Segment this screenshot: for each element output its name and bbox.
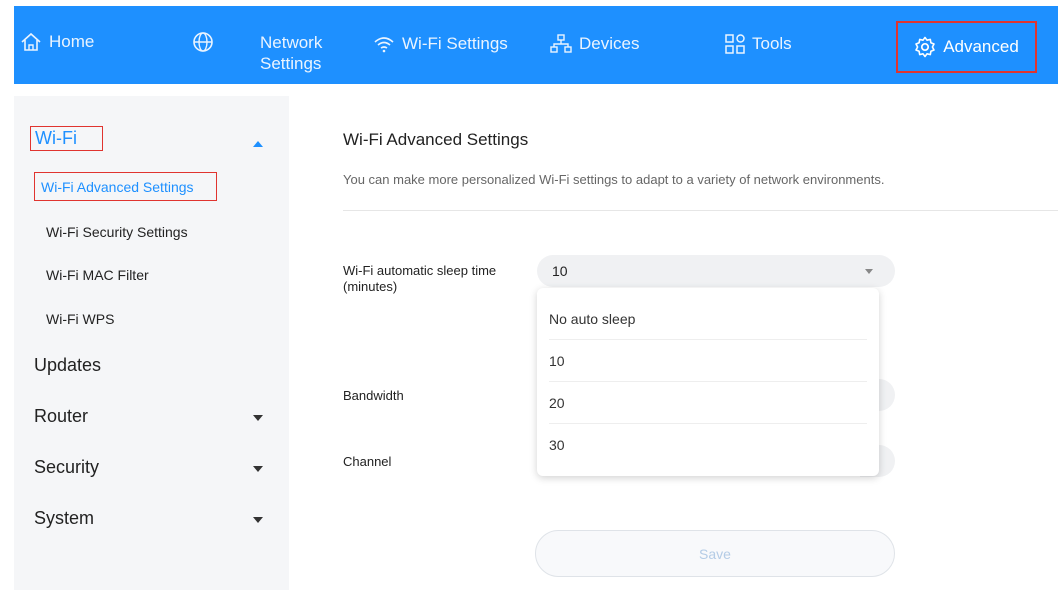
nav-advanced[interactable]: Advanced (896, 21, 1037, 73)
nav-wifi-label: Wi-Fi Settings (402, 34, 508, 53)
nav-wifi-settings[interactable]: Wi-Fi Settings (373, 34, 508, 54)
dropdown-option-no-auto-sleep[interactable]: No auto sleep (549, 298, 867, 340)
nav-network-label-line2: Settings (260, 54, 322, 73)
bandwidth-label: Bandwidth (343, 388, 404, 403)
globe-icon (193, 32, 213, 52)
sidebar-item-router[interactable]: Router (34, 406, 88, 427)
sidebar-item-wifi-label: Wi-Fi (35, 128, 77, 148)
sidebar-subitem-label: Wi-Fi Advanced Settings (41, 178, 194, 195)
devices-icon (550, 34, 572, 53)
sidebar-subitem-wifi-wps[interactable]: Wi-Fi WPS (46, 311, 114, 327)
sidebar: Wi-Fi Wi-Fi Advanced Settings Wi-Fi Secu… (14, 96, 289, 590)
nav-devices-label: Devices (579, 34, 640, 53)
chevron-down-icon (865, 269, 873, 274)
nav-devices[interactable]: Devices (550, 34, 639, 54)
top-nav-bar: Home Network Settings Wi-Fi Settings Dev… (14, 6, 1058, 84)
channel-label: Channel (343, 454, 392, 469)
sidebar-item-system-label: System (34, 508, 95, 528)
dropdown-option-30[interactable]: 30 (549, 424, 867, 466)
sleep-time-select[interactable]: 10 (537, 255, 895, 287)
divider (343, 210, 1058, 211)
chevron-up-icon[interactable] (253, 141, 263, 147)
nav-tools-label: Tools (752, 34, 792, 53)
sidebar-item-system[interactable]: System (34, 508, 94, 529)
sidebar-subitem-wifi-advanced[interactable]: Wi-Fi Advanced Settings (34, 172, 217, 201)
sleep-time-dropdown: No auto sleep 10 20 30 (537, 288, 879, 476)
dropdown-option-10[interactable]: 10 (549, 340, 867, 382)
page-title: Wi-Fi Advanced Settings (343, 130, 529, 149)
save-button[interactable]: Save (535, 530, 895, 577)
chevron-down-icon[interactable] (253, 466, 263, 472)
sidebar-item-security-label: Security (34, 457, 100, 477)
sidebar-subitem-label: Wi-Fi Security Settings (46, 224, 188, 240)
nav-globe[interactable] (192, 31, 214, 53)
nav-home-label: Home (49, 32, 95, 51)
sidebar-subitem-label: Wi-Fi MAC Filter (46, 267, 149, 283)
sidebar-item-wifi[interactable]: Wi-Fi (30, 126, 103, 151)
sleep-time-label-line2: (minutes) (343, 279, 398, 294)
sidebar-subitem-wifi-mac-filter[interactable]: Wi-Fi MAC Filter (46, 267, 149, 283)
sidebar-subitem-label: Wi-Fi WPS (46, 311, 115, 327)
nav-home[interactable]: Home (20, 32, 94, 52)
sidebar-subitem-wifi-security[interactable]: Wi-Fi Security Settings (46, 224, 188, 240)
nav-network-settings[interactable]: Network Settings (260, 32, 322, 74)
sleep-time-label: Wi-Fi automatic sleep time (minutes) (343, 263, 496, 295)
sidebar-item-updates-label: Updates (34, 355, 102, 375)
nav-network-label-line1: Network (260, 33, 323, 52)
sidebar-item-router-label: Router (34, 406, 89, 426)
chevron-down-icon[interactable] (253, 415, 263, 421)
page-description: You can make more personalized Wi-Fi set… (343, 172, 885, 187)
sleep-time-label-line1: Wi-Fi automatic sleep time (343, 263, 497, 278)
sidebar-item-security[interactable]: Security (34, 457, 99, 478)
sidebar-item-updates[interactable]: Updates (34, 355, 101, 376)
tools-icon (725, 34, 745, 54)
wifi-icon (374, 37, 394, 53)
nav-tools[interactable]: Tools (725, 34, 792, 54)
chevron-down-icon[interactable] (253, 517, 263, 523)
sleep-time-selected-value: 10 (552, 263, 568, 279)
nav-advanced-label: Advanced (943, 37, 1019, 56)
home-icon (21, 32, 41, 51)
gear-icon (915, 36, 935, 58)
dropdown-option-20[interactable]: 20 (549, 382, 867, 424)
